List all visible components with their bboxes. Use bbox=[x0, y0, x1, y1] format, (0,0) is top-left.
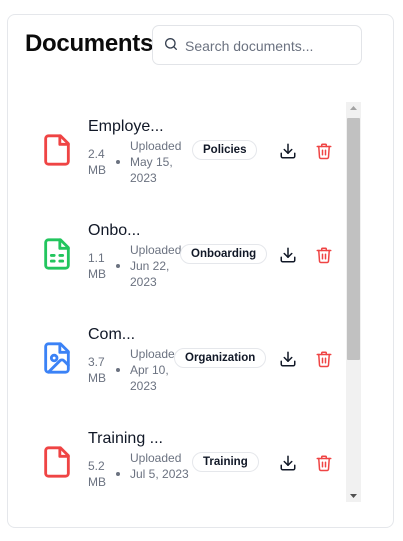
trash-icon[interactable] bbox=[315, 142, 333, 160]
download-icon[interactable] bbox=[279, 350, 297, 368]
document-name[interactable]: Employe... bbox=[88, 118, 164, 136]
trash-icon[interactable] bbox=[315, 246, 333, 264]
document-upload-date: Uploaded Jul 5, 2023 bbox=[130, 451, 189, 481]
document-row[interactable]: Com... 3.7 MB Uploaded Apr 10, 2023 Orga… bbox=[30, 298, 340, 402]
document-size: 2.4 MB bbox=[88, 147, 106, 177]
separator-dot bbox=[116, 160, 120, 164]
separator-dot bbox=[116, 264, 120, 268]
search-box[interactable] bbox=[152, 25, 362, 65]
scrollbar[interactable] bbox=[346, 102, 361, 502]
scroll-down-arrow-icon[interactable] bbox=[346, 489, 361, 502]
page-title: Documents bbox=[25, 30, 153, 57]
download-icon[interactable] bbox=[279, 142, 297, 160]
search-icon bbox=[165, 38, 177, 50]
spreadsheet-file-icon bbox=[44, 238, 70, 270]
category-tag: Organization bbox=[174, 348, 267, 368]
scroll-up-arrow-icon[interactable] bbox=[346, 102, 361, 115]
search-input[interactable] bbox=[185, 35, 353, 57]
document-row[interactable]: Employe... 2.4 MB Uploaded May 15, 2023 … bbox=[30, 90, 340, 194]
document-list[interactable]: Employe... 2.4 MB Uploaded May 15, 2023 … bbox=[30, 90, 362, 501]
document-row[interactable]: Training ... 5.2 MB Uploaded Jul 5, 2023… bbox=[30, 402, 340, 501]
download-icon[interactable] bbox=[279, 454, 297, 472]
separator-dot bbox=[116, 368, 120, 372]
file-icon bbox=[44, 134, 70, 166]
download-icon[interactable] bbox=[279, 246, 297, 264]
category-tag: Onboarding bbox=[180, 244, 268, 264]
document-name[interactable]: Onbo... bbox=[88, 222, 140, 240]
separator-dot bbox=[116, 472, 120, 476]
trash-icon[interactable] bbox=[315, 350, 333, 368]
scrollbar-thumb[interactable] bbox=[347, 118, 360, 360]
document-name[interactable]: Training ... bbox=[88, 430, 163, 448]
document-row[interactable]: Onbo... 1.1 MB Uploaded Jun 22, 2023 Onb… bbox=[30, 194, 340, 298]
document-size: 3.7 MB bbox=[88, 355, 106, 385]
document-name[interactable]: Com... bbox=[88, 326, 135, 344]
file-icon bbox=[44, 446, 70, 478]
category-tag: Policies bbox=[192, 140, 258, 160]
document-size: 5.2 MB bbox=[88, 459, 106, 489]
document-size: 1.1 MB bbox=[88, 251, 106, 281]
category-tag: Training bbox=[192, 452, 259, 472]
image-file-icon bbox=[44, 342, 70, 374]
document-upload-date: Uploaded May 15, 2023 bbox=[130, 139, 182, 185]
trash-icon[interactable] bbox=[315, 454, 333, 472]
